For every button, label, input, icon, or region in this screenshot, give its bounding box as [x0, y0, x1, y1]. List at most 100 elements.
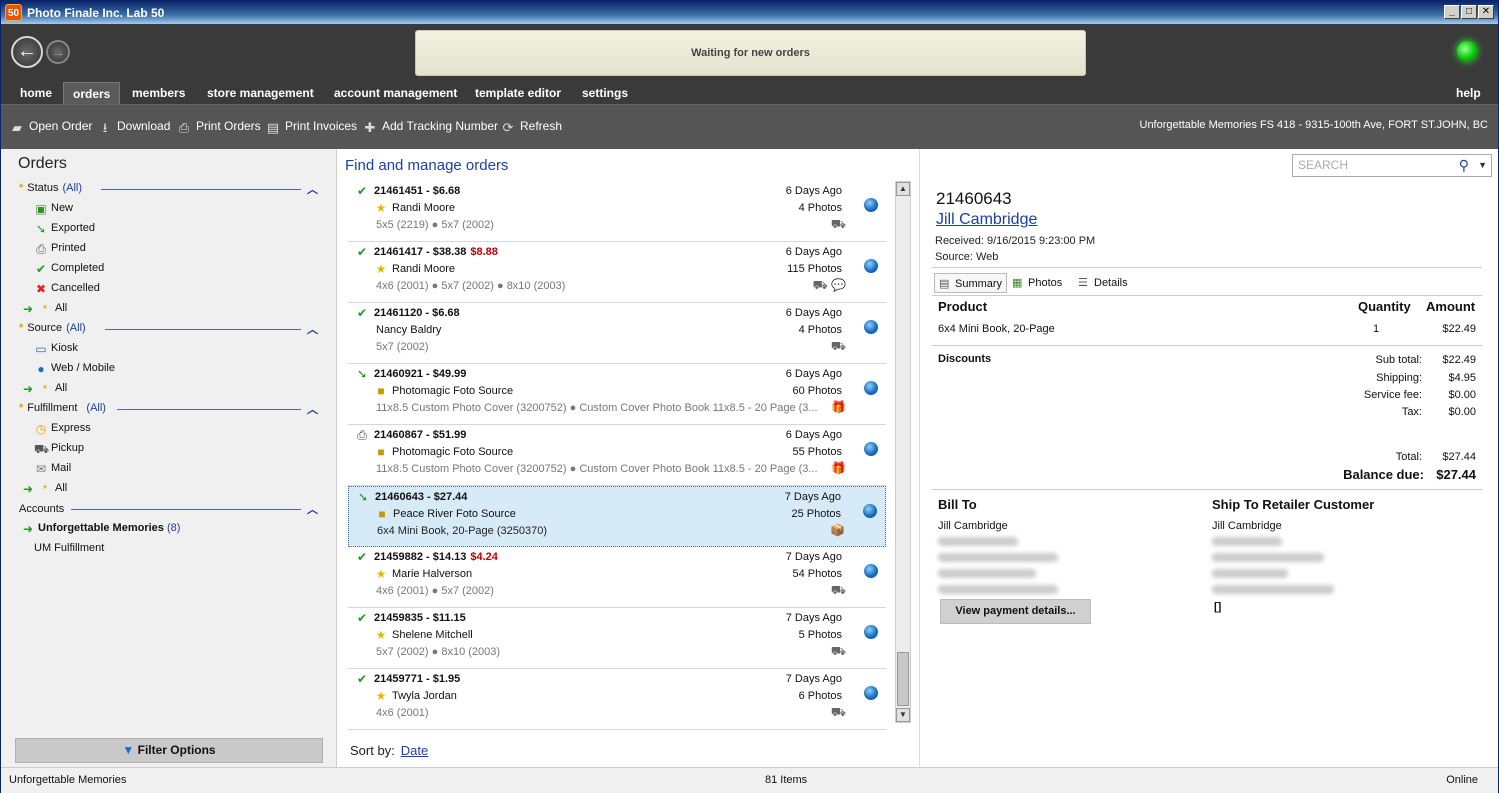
filter-status-all[interactable]: ➜ * All: [21, 302, 67, 316]
exported-icon: ➘: [35, 222, 47, 236]
order-source: Source: Web: [935, 251, 999, 263]
window-title: Photo Finale Inc. Lab 50: [27, 6, 165, 20]
order-age: 6 Days Ago: [785, 307, 842, 319]
filter-label: Mail: [51, 462, 72, 474]
status-group-header[interactable]: * Status (All): [19, 182, 82, 194]
filter-printed[interactable]: ⎙ Printed: [34, 242, 86, 256]
document-icon: ▤: [266, 120, 280, 135]
filter-kiosk[interactable]: ▭ Kiosk: [34, 342, 78, 356]
tab-store-management[interactable]: store management: [198, 82, 323, 104]
chevron-up-icon[interactable]: ︿: [307, 321, 318, 337]
tab-settings[interactable]: settings: [573, 82, 637, 104]
filter-completed[interactable]: ✔ Completed: [34, 262, 104, 276]
globe-icon: [864, 442, 878, 456]
order-list[interactable]: ✔ 21461451 - $6.68 ★ Randi Moore 5x5 (2219) …: [348, 181, 886, 737]
chevron-down-icon[interactable]: ▼: [1478, 155, 1487, 176]
chevron-up-icon[interactable]: ︿: [307, 401, 318, 417]
filter-options-button[interactable]: ▼ Filter Options: [15, 738, 323, 763]
view-payment-details-button[interactable]: View payment details...: [940, 599, 1091, 624]
search-input[interactable]: SEARCH ⚲ ▼: [1292, 154, 1492, 177]
title-bar[interactable]: 50 Photo Finale Inc. Lab 50 _ □ ✕: [1, 1, 1498, 24]
scroll-down-icon[interactable]: ▼: [896, 708, 910, 722]
maximize-button[interactable]: □: [1461, 5, 1477, 19]
forward-button[interactable]: →: [46, 40, 70, 64]
order-row[interactable]: ✔ 21459771 - $1.95 ★ Twyla Jordan 4x6 (2001)…: [348, 669, 886, 730]
ship-to-extra: []: [1214, 601, 1222, 613]
order-age: 7 Days Ago: [785, 612, 842, 624]
col-amount: Amount: [1426, 299, 1476, 314]
order-id-amount: 21459835 - $11.15: [374, 612, 466, 624]
filter-new[interactable]: ▣ New: [34, 202, 73, 216]
order-photo-count: 55 Photos: [792, 446, 842, 458]
globe-icon: [864, 625, 878, 639]
filter-express[interactable]: ◷ Express: [34, 422, 91, 436]
tab-account-management[interactable]: account management: [325, 82, 466, 104]
order-row[interactable]: ✔ 21461417 - $38.38 $8.88 ★ Randi Moore 4x6 (…: [348, 242, 886, 303]
scroll-up-icon[interactable]: ▲: [896, 182, 910, 196]
filter-exported[interactable]: ➘ Exported: [34, 222, 95, 236]
tab-photos[interactable]: ▦ Photos: [1008, 273, 1066, 293]
scrollbar[interactable]: ▲ ▼: [895, 181, 911, 723]
orders-pane: Find and manage orders ✔ 21461451 - $6.68…: [338, 149, 918, 767]
star-icon: ★: [375, 628, 387, 642]
filter-web-mobile[interactable]: ● Web / Mobile: [34, 362, 115, 376]
filter-pickup[interactable]: ⛟ Pickup: [34, 442, 84, 456]
order-row[interactable]: ➘ 21460921 - $49.99 ■ Photomagic Foto Sourc…: [348, 364, 886, 425]
order-id-amount: 21460643 - $27.44: [375, 491, 468, 503]
open-order-button[interactable]: ▰ Open Order: [10, 119, 92, 134]
close-button[interactable]: ✕: [1478, 5, 1494, 19]
account-primary[interactable]: ➜ Unforgettable Memories (8): [21, 522, 180, 536]
order-age: 7 Days Ago: [784, 491, 841, 503]
order-row[interactable]: ✔ 21461451 - $6.68 ★ Randi Moore 5x5 (2219) …: [348, 181, 886, 242]
search-icon[interactable]: ⚲: [1459, 155, 1469, 176]
filter-source-all[interactable]: ➜ * All: [21, 382, 67, 396]
chevron-up-icon[interactable]: ︿: [307, 181, 318, 197]
order-id-amount: 21461120 - $6.68: [374, 307, 460, 319]
print-orders-button[interactable]: ⎙ Print Orders: [177, 119, 261, 134]
print-invoices-label: Print Invoices: [285, 119, 358, 133]
help-link[interactable]: help: [1447, 82, 1490, 104]
order-age: 6 Days Ago: [785, 246, 842, 258]
account-secondary[interactable]: UM Fulfillment: [34, 542, 104, 554]
filter-label: All: [55, 302, 68, 314]
sort-date-link[interactable]: Date: [401, 743, 428, 758]
print-invoices-button[interactable]: ▤ Print Invoices: [266, 119, 357, 134]
print-orders-label: Print Orders: [196, 119, 261, 133]
accounts-label: Accounts: [19, 503, 65, 515]
chevron-up-icon[interactable]: ︿: [307, 501, 318, 517]
globe-icon: ●: [37, 362, 45, 376]
add-tracking-button[interactable]: ✚ Add Tracking Number: [363, 119, 499, 134]
servicefee-label: Service fee:: [1363, 389, 1422, 401]
filter-fulfillment-all[interactable]: ➜ * All: [21, 482, 67, 496]
order-row[interactable]: ✔ 21459835 - $11.15 ★ Shelene Mitchell 5x7 (…: [348, 608, 886, 669]
tab-home[interactable]: home: [11, 82, 61, 104]
asterisk-icon: *: [42, 382, 48, 396]
fulfillment-icons: ⛟: [831, 217, 846, 233]
filter-label: New: [51, 202, 74, 214]
minimize-button[interactable]: _: [1444, 5, 1460, 19]
order-row[interactable]: ✔ 21459882 - $14.13 $4.24 ★ Marie Halverson 4…: [348, 547, 886, 608]
back-button[interactable]: ←: [11, 36, 43, 68]
accounts-group-header[interactable]: Accounts: [19, 503, 64, 515]
filter-mail[interactable]: ✉ Mail: [34, 462, 71, 476]
order-row[interactable]: ⎙ 21460867 - $51.99 ■ Photomagic Foto Sourc…: [348, 425, 886, 486]
tab-orders[interactable]: orders: [63, 82, 121, 104]
order-photo-count: 54 Photos: [792, 568, 842, 580]
tab-summary[interactable]: ▤ Summary: [934, 273, 1008, 293]
tab-details[interactable]: ☰ Details: [1074, 273, 1132, 293]
tab-template-editor[interactable]: template editor: [466, 82, 570, 104]
fulfillment-group-header[interactable]: * Fulfillment (All): [19, 402, 106, 414]
order-row[interactable]: ✔ 21461120 - $6.68 Nancy Baldry 5x7 (2002) 6…: [348, 303, 886, 364]
asterisk-icon: *: [42, 302, 48, 316]
order-row[interactable]: ➘ 21460643 - $27.44 ■ Peace River Foto Sour…: [348, 486, 886, 547]
order-age: 6 Days Ago: [785, 368, 842, 380]
tab-members[interactable]: members: [123, 82, 194, 104]
scroll-thumb[interactable]: [897, 652, 909, 706]
line-product: 6x4 Mini Book, 20-Page: [938, 323, 1055, 335]
customer-link[interactable]: Jill Cambridge: [936, 211, 1037, 229]
source-group-header[interactable]: * Source (All): [19, 322, 86, 334]
order-customer: Photomagic Foto Source: [392, 446, 514, 458]
filter-cancelled[interactable]: ✖ Cancelled: [34, 282, 100, 296]
download-button[interactable]: ⭳ Download: [98, 119, 171, 134]
refresh-button[interactable]: ⟳ Refresh: [501, 119, 562, 134]
